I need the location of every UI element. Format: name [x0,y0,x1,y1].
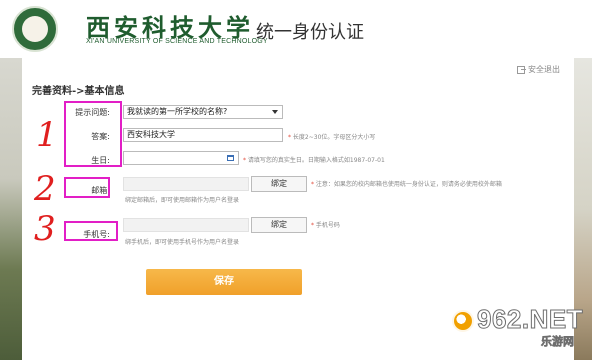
site-watermark: 962.NET 乐游网 [452,306,583,349]
logout-label: 安全退出 [528,65,560,74]
watermark-main-text: 962.NET [476,304,584,334]
annotation-box-1 [64,101,122,167]
annotation-number-1: 1 [36,115,58,155]
email-hint-2: 绑定邮箱后，即可使用邮箱作为用户名登录 [125,197,240,204]
email-hint-text: 注意：如果您的校内邮箱也使用统一身份认证，则请务必使用校外邮箱 [315,181,502,188]
logout-icon [517,65,526,74]
answer-hint: * 长度2~30位。字母区分大小写 [288,132,375,141]
birthday-hint: * 请填写您的真实生日。日期输入格式如1987-07-01 [243,155,385,164]
school-name-en: XI'AN UNIVERSITY OF SCIENCE AND TECHNOLO… [86,38,268,45]
system-title: 统一身份认证 [256,22,364,43]
answer-input[interactable]: 西安科技大学 [123,128,283,142]
birthday-input[interactable] [123,151,239,165]
phone-hint-text: 手机号码 [315,222,340,229]
required-star: * [311,222,314,229]
watermark-sub-text: 乐游网 [541,335,575,349]
required-star: * [288,134,291,141]
required-star: * [243,157,246,164]
phone-input[interactable] [123,218,249,232]
background-photo-left [0,58,22,360]
required-star: * [311,181,314,188]
answer-value: 西安科技大学 [127,130,175,139]
save-button[interactable]: 保存 [146,269,302,295]
watermark-logo-icon [452,310,474,332]
question-selected-value: 我就读的第一所学校的名称? [127,107,228,116]
birthday-hint-text: 请填写您的真实生日。日期输入格式如1987-07-01 [247,157,385,164]
phone-hint-2: 绑手机后，即可使用手机号作为用户名登录 [125,239,240,246]
annotation-box-2 [64,177,110,198]
annotation-number-2: 2 [34,169,56,209]
logout-link[interactable]: 安全退出 [517,64,560,75]
phone-hint: * 手机号码 [311,220,340,229]
email-input[interactable] [123,177,249,191]
question-select[interactable]: 我就读的第一所学校的名称? [123,105,283,119]
section-title: 完善资料->基本信息 [32,86,125,97]
chevron-down-icon [272,110,278,114]
bind-email-button[interactable]: 绑定 [251,176,307,192]
email-hint: * 注意：如果您的校内邮箱也使用统一身份认证，则请务必使用校外邮箱 [311,179,502,188]
top-header-bar: 西安科技大学 XI'AN UNIVERSITY OF SCIENCE AND T… [0,0,592,58]
university-logo [12,6,58,52]
calendar-icon[interactable] [227,155,234,161]
bind-phone-button[interactable]: 绑定 [251,217,307,233]
annotation-number-3: 3 [34,209,56,249]
answer-hint-text: 长度2~30位。字母区分大小写 [292,134,376,141]
annotation-box-3 [64,221,118,241]
